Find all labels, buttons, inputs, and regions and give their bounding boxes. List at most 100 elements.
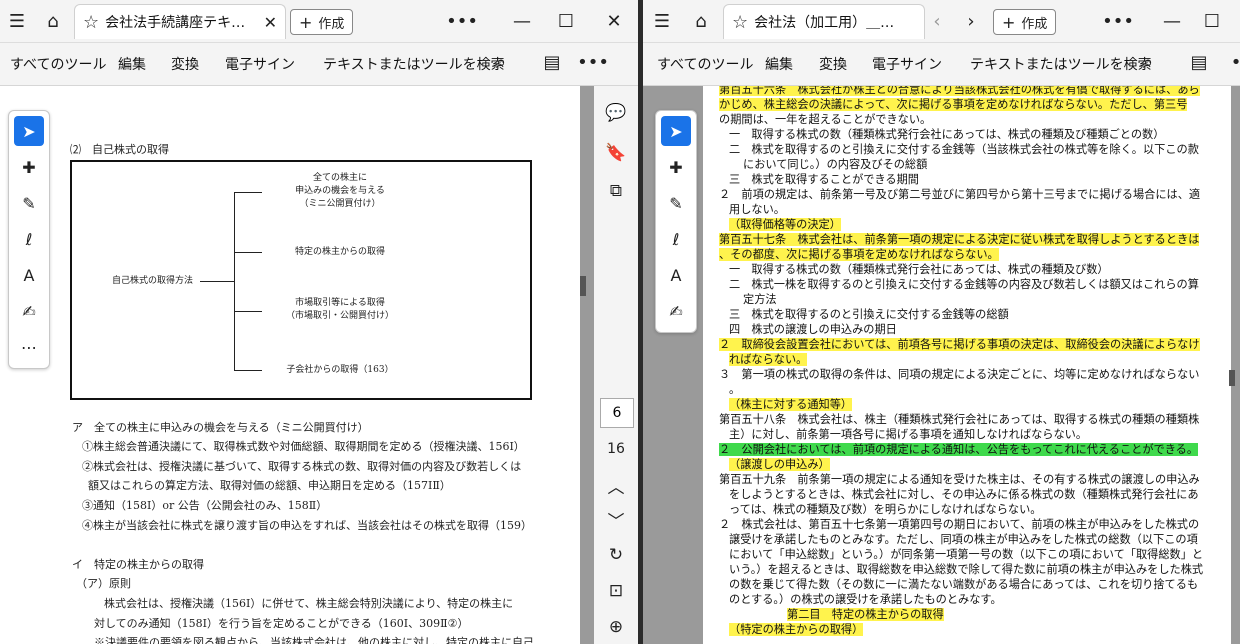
right-rail: 💬 🔖 ⧉ 6 16 ︿ ﹀ ↻ ⊡ ⊕ xyxy=(594,86,638,644)
e-sign-menu[interactable]: 電子サイン xyxy=(872,54,942,74)
comments-icon[interactable]: 💬 xyxy=(601,100,631,126)
text-line: ア 全ての株主に申込みの機会を与える（ミニ公開買付け） xyxy=(72,421,369,434)
home-icon[interactable]: ⌂ xyxy=(688,8,714,34)
convert-menu[interactable]: 変換 xyxy=(819,54,847,74)
hamburger-menu-icon[interactable]: ☰ xyxy=(649,8,675,34)
section-heading: ⑵ 自己株式の取得 xyxy=(70,143,169,156)
law-line: の期間は、一年を超えることができない。 xyxy=(719,113,932,126)
diagram-branch-market: 市場取引等による取得 （市場取引・公開買付け） xyxy=(285,298,394,321)
law-line: 用しない。 xyxy=(729,203,785,216)
pdf-page: ⑵ 自己株式の取得 自己株式の取得方法 全ての株主に 申込みの機会を与える （ミ… xyxy=(0,86,580,644)
draw-freehand-icon[interactable]: ℓ xyxy=(661,224,691,254)
all-tools-menu[interactable]: すべてのツール xyxy=(10,54,106,74)
tab-bar: ☰ ⌂ ☆ 会社法（加工用）＿… ‹ › + 作成 ••• — ☐ xyxy=(643,0,1240,43)
text-line: ②株式会社は、授権決議に基づいて、取得する株式の数、取得対価の内容及び数若しくは xyxy=(82,460,522,473)
more-options-icon[interactable]: • xyxy=(1223,49,1240,75)
e-sign-menu[interactable]: 電子サイン xyxy=(225,54,295,74)
law-heading: （特定の株主からの取得） xyxy=(729,623,864,636)
minimize-icon[interactable]: — xyxy=(1159,8,1185,34)
maximize-icon[interactable]: ☐ xyxy=(1199,8,1225,34)
text-line: イ 特定の株主からの取得 xyxy=(72,558,204,571)
save-icon[interactable]: ▤ xyxy=(1186,49,1212,75)
more-tools-icon[interactable]: ⋯ xyxy=(14,332,44,362)
refresh-icon[interactable]: ↻ xyxy=(601,542,631,568)
law-line: ２ 株式会社は、第百五十七条第一項第四号の期日において、前項の株主が申込みをした… xyxy=(719,518,1200,531)
next-page-icon[interactable]: ﹀ xyxy=(601,506,631,532)
law-line: 譲受けを承諾したものとみなす。ただし、同項の株主が申込みをした株式の総数（以下こ… xyxy=(729,533,1198,546)
law-line: 第百五十六条 株式会社が株主との合意により当該株式会社の株式を有償で取得するには… xyxy=(719,86,1200,97)
maximize-icon[interactable]: ☐ xyxy=(553,8,579,34)
left-window: ☰ ⌂ ☆ 会社法手続講座テキ… ✕ + 作成 ••• — ☐ ✕ すべてのツー… xyxy=(0,0,638,644)
more-icon[interactable]: ••• xyxy=(1102,8,1134,34)
law-line: 三 株式を取得することができる期間 xyxy=(729,173,919,186)
pages-icon[interactable]: ⧉ xyxy=(601,178,631,204)
diagram-branch-subsidiary: 子会社からの取得（163） xyxy=(286,365,394,375)
close-window-icon[interactable]: ✕ xyxy=(601,8,627,34)
sign-icon[interactable]: ✍ xyxy=(14,296,44,326)
text-select-icon[interactable]: A xyxy=(14,260,44,290)
text-line: 額又はこれらの算定方法、取得対価の総額、申込期日を定める（157ⅠⅡ） xyxy=(88,479,451,492)
law-line: 、その都度、次に掲げる事項を定めなければならない。 xyxy=(719,248,999,261)
law-heading: （株主に対する通知等） xyxy=(729,398,853,411)
scrollbar-thumb[interactable] xyxy=(580,276,586,296)
convert-menu[interactable]: 変換 xyxy=(171,54,199,74)
star-icon[interactable]: ☆ xyxy=(732,12,748,33)
select-cursor-icon[interactable]: ➤ xyxy=(661,116,691,146)
hamburger-menu-icon[interactable]: ☰ xyxy=(4,8,30,34)
search-tools-field[interactable]: テキストまたはツールを検索 xyxy=(323,54,505,74)
text-line: （ア）原則 xyxy=(76,577,131,590)
document-tab[interactable]: ☆ 会社法手続講座テキ… ✕ xyxy=(74,4,286,39)
law-line: をしようとするときは、株式会社に対し、その申込みに係る株式の数（種類株式発行会社… xyxy=(729,488,1199,501)
highlight-pen-icon[interactable]: ✎ xyxy=(14,188,44,218)
diagram-branch-mini-tender: 全ての株主に 申込みの機会を与える （ミニ公開買付け） xyxy=(295,173,385,209)
edit-menu[interactable]: 編集 xyxy=(118,54,146,74)
law-line: の数を乗じて得た数（その数に一に満たない端数がある場合にあっては、これを切り捨て… xyxy=(729,578,1199,591)
plus-icon: + xyxy=(1002,12,1016,32)
search-tools-field[interactable]: テキストまたはツールを検索 xyxy=(970,54,1152,74)
previous-page-icon[interactable]: ︿ xyxy=(601,472,631,498)
law-line: っては、株式の種類及び数）を明らかにしなければならない。 xyxy=(729,503,1042,516)
law-line: ればならない。 xyxy=(729,353,808,366)
law-line: 主）に対し、前条第一項各号に掲げる事項を通知しなければならない。 xyxy=(729,428,1088,441)
star-icon[interactable]: ☆ xyxy=(83,12,99,33)
more-icon[interactable]: ••• xyxy=(446,8,478,34)
tab-scroll-left-icon[interactable]: ‹ xyxy=(924,8,950,34)
document-viewport[interactable]: 第百五十六条 株式会社が株主との合意により当該株式会社の株式を有償で取得するには… xyxy=(643,86,1240,644)
edit-menu[interactable]: 編集 xyxy=(765,54,793,74)
tab-scroll-right-icon[interactable]: › xyxy=(958,8,984,34)
law-line: ２ 公開会社においては、前項の規定による通知は、公告をもってこれに代えることがで… xyxy=(719,443,1199,456)
more-options-icon[interactable]: ••• xyxy=(577,49,609,75)
create-button[interactable]: + 作成 xyxy=(290,9,354,35)
all-tools-menu[interactable]: すべてのツール xyxy=(657,54,753,74)
add-comment-icon[interactable]: ✚ xyxy=(14,152,44,182)
text-line: ※決議要件の要領を図る観点から、当該株式会社は、他の株主に対し、特定の株主に自己 xyxy=(94,636,534,644)
text-select-icon[interactable]: A xyxy=(661,260,691,290)
tab-bar: ☰ ⌂ ☆ 会社法手続講座テキ… ✕ + 作成 ••• — ☐ ✕ xyxy=(0,0,638,43)
search-icon[interactable]: ⌕ xyxy=(488,49,514,75)
current-page-field[interactable]: 6 xyxy=(600,398,634,428)
bookmark-icon[interactable]: 🔖 xyxy=(601,140,631,166)
create-button[interactable]: + 作成 xyxy=(993,9,1057,35)
fit-page-icon[interactable]: ⊡ xyxy=(601,578,631,604)
law-subsection: 第二目 特定の株主からの取得 xyxy=(787,608,944,621)
sign-icon[interactable]: ✍ xyxy=(661,296,691,326)
law-line: 一 取得する株式の数（種類株式発行会社にあっては、株式の種類及び種類ごとの数） xyxy=(729,128,1165,141)
acquisition-diagram: 自己株式の取得方法 全ての株主に 申込みの機会を与える （ミニ公開買付け） 特定… xyxy=(70,160,532,400)
law-line: いう。）を超えるときは、取得総数を申込総数で除して得た数に前項の株主が申込みをし… xyxy=(729,563,1204,576)
minimize-icon[interactable]: — xyxy=(509,8,535,34)
highlight-pen-icon[interactable]: ✎ xyxy=(661,188,691,218)
tools-bar: すべてのツール 編集 変換 電子サイン テキストまたはツールを検索 ⌕ ▤ • xyxy=(643,43,1240,86)
document-tab[interactable]: ☆ 会社法（加工用）＿… xyxy=(723,4,925,39)
select-cursor-icon[interactable]: ➤ xyxy=(14,116,44,146)
document-viewport[interactable]: ⑵ 自己株式の取得 自己株式の取得方法 全ての株主に 申込みの機会を与える （ミ… xyxy=(0,86,594,644)
search-icon[interactable]: ⌕ xyxy=(1135,49,1161,75)
plus-icon: + xyxy=(299,12,313,32)
save-icon[interactable]: ▤ xyxy=(539,49,565,75)
close-tab-icon[interactable]: ✕ xyxy=(264,13,277,32)
home-icon[interactable]: ⌂ xyxy=(40,8,66,34)
scrollbar-thumb[interactable] xyxy=(1229,370,1235,386)
law-line: 。 xyxy=(729,383,741,396)
add-comment-icon[interactable]: ✚ xyxy=(661,152,691,182)
draw-freehand-icon[interactable]: ℓ xyxy=(14,224,44,254)
zoom-in-icon[interactable]: ⊕ xyxy=(601,614,631,640)
